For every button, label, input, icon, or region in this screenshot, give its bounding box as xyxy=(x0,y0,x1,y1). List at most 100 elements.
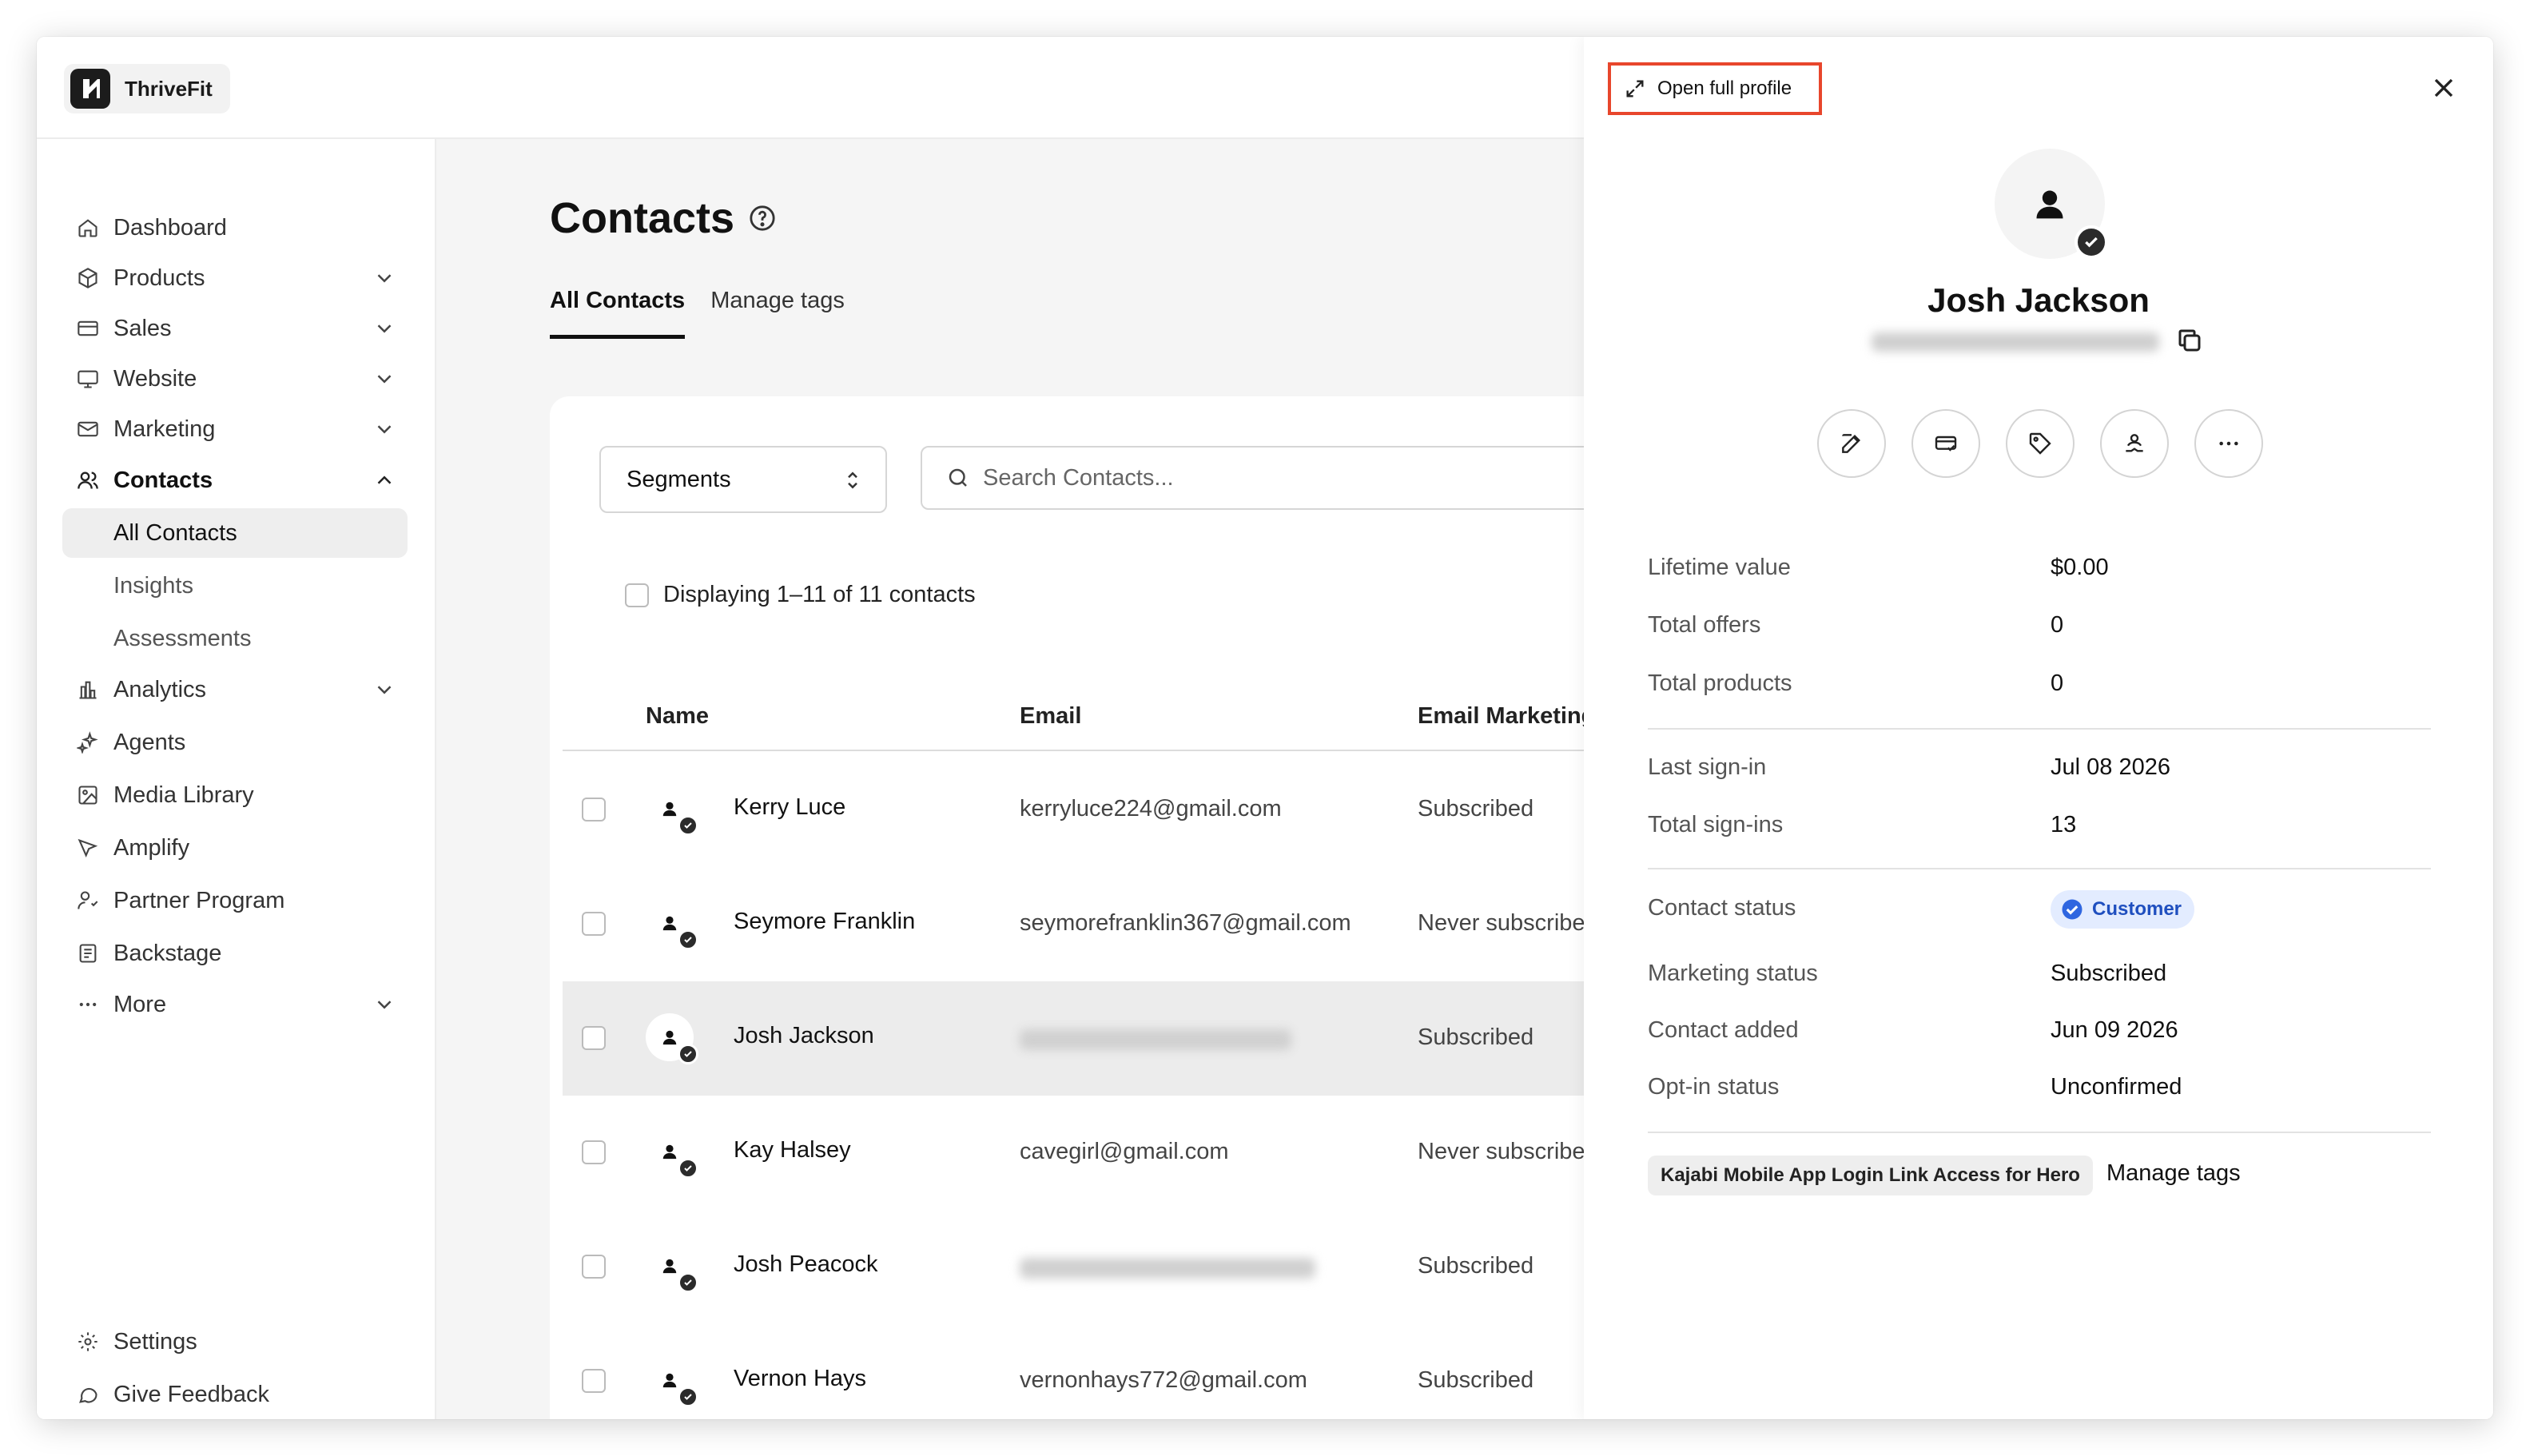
copy-icon[interactable] xyxy=(2175,326,2204,355)
table-row[interactable]: Kay Halsey cavegirl@gmail.com Never subs… xyxy=(563,1096,1681,1210)
row-checkbox[interactable] xyxy=(582,1026,606,1050)
tab-manage-tags[interactable]: Manage tags xyxy=(710,288,845,339)
add-tag-button[interactable] xyxy=(2006,409,2075,478)
contact-name[interactable]: Vernon Hays xyxy=(734,1366,866,1392)
more-actions-button[interactable] xyxy=(2194,409,2263,478)
sidebar-item-label: Marketing xyxy=(113,416,216,442)
sidebar-item-analytics[interactable]: Analytics xyxy=(62,665,408,714)
help-icon[interactable] xyxy=(749,205,776,232)
person-icon xyxy=(662,1144,677,1160)
display-count-text: Displaying 1–11 of 11 contacts xyxy=(663,582,976,607)
contact-email: vernonhays772@gmail.com xyxy=(1020,1367,1307,1393)
users-icon xyxy=(75,467,101,493)
search-input[interactable] xyxy=(983,464,1542,491)
sidebar-item-contacts[interactable]: Contacts xyxy=(62,455,408,505)
sidebar-item-label: Amplify xyxy=(113,834,190,861)
column-header-name[interactable]: Name xyxy=(646,703,709,730)
segments-select[interactable]: Segments xyxy=(599,446,887,513)
contact-marketing-status: Subscribed xyxy=(1418,1367,1534,1393)
sidebar-item-give-feedback[interactable]: Give Feedback xyxy=(62,1370,408,1419)
sidebar-item-label: Partner Program xyxy=(113,887,285,913)
chevron-down-icon xyxy=(377,324,392,333)
contact-marketing-status: Subscribed xyxy=(1418,796,1534,821)
sidebar-item-dashboard[interactable]: Dashboard xyxy=(62,203,408,253)
sidebar-item-website[interactable]: Website xyxy=(62,354,408,404)
person-icon xyxy=(662,802,677,817)
sidebar-item-amplify[interactable]: Amplify xyxy=(62,823,408,873)
mail-icon xyxy=(75,416,101,442)
home-icon xyxy=(75,215,101,241)
affiliate-button[interactable] xyxy=(2100,409,2169,478)
grant-offer-button[interactable] xyxy=(1911,409,1980,478)
verified-icon xyxy=(678,1386,698,1407)
card-icon xyxy=(75,316,101,341)
open-full-profile-button[interactable]: Open full profile xyxy=(1608,62,1822,115)
contact-name[interactable]: Seymore Franklin xyxy=(734,909,915,935)
sidebar-item-marketing[interactable]: Marketing xyxy=(62,404,408,454)
contact-name[interactable]: Kerry Luce xyxy=(734,794,845,821)
megaphone-icon xyxy=(75,835,101,861)
person-icon xyxy=(662,916,677,931)
row-checkbox[interactable] xyxy=(582,798,606,821)
box-icon xyxy=(75,265,101,291)
sidebar-item-label: Give Feedback xyxy=(113,1381,270,1407)
sidebar-item-agents[interactable]: Agents xyxy=(62,718,408,767)
edit-contact-button[interactable] xyxy=(1817,409,1886,478)
stat-label: Marketing status xyxy=(1648,961,1818,986)
sidebar-item-label: Insights xyxy=(113,572,193,599)
row-checkbox[interactable] xyxy=(582,1255,606,1279)
sidebar-item-all-contacts[interactable]: All Contacts xyxy=(62,508,408,558)
sidebar-item-label: All Contacts xyxy=(113,519,237,546)
manage-tags-link[interactable]: Manage tags xyxy=(2106,1160,2241,1187)
tab-all-contacts[interactable]: All Contacts xyxy=(550,288,686,339)
table-row[interactable]: Vernon Hays vernonhays772@gmail.com Subs… xyxy=(563,1324,1681,1419)
sidebar-item-more[interactable]: More xyxy=(62,980,408,1029)
sidebar-item-label: Analytics xyxy=(113,676,207,702)
stat-label: Last sign-in xyxy=(1648,754,1767,780)
divider xyxy=(1648,1132,2431,1133)
sidebar-item-label: Contacts xyxy=(113,467,213,493)
avatar xyxy=(646,1128,698,1179)
stat-value: 0 xyxy=(2051,670,2064,696)
sidebar-item-products[interactable]: Products xyxy=(62,253,408,303)
column-header-email-marketing[interactable]: Email Marketing xyxy=(1418,703,1595,730)
sidebar-item-assessments[interactable]: Assessments xyxy=(62,614,408,663)
stat-value: Jun 09 2026 xyxy=(2051,1017,2178,1043)
table-row[interactable]: Seymore Franklin seymorefranklin367@gmai… xyxy=(563,867,1681,981)
sidebar-item-settings[interactable]: Settings xyxy=(62,1317,408,1366)
avatar xyxy=(646,899,698,950)
contact-marketing-status: Subscribed xyxy=(1418,1253,1534,1279)
column-header-email[interactable]: Email xyxy=(1020,703,1081,730)
sidebar-item-insights[interactable]: Insights xyxy=(62,561,408,611)
select-all-checkbox[interactable] xyxy=(625,583,649,607)
sidebar-item-partner-program[interactable]: Partner Program xyxy=(62,876,408,925)
contact-name[interactable]: Josh Peacock xyxy=(734,1251,878,1278)
contact-marketing-status: Subscribed xyxy=(1418,1024,1534,1050)
avatar xyxy=(646,1013,698,1064)
chat-icon xyxy=(75,1382,101,1407)
sidebar-item-label: Website xyxy=(113,365,197,392)
sidebar-item-sales[interactable]: Sales xyxy=(62,304,408,353)
table-header: Name Email Email Marketing xyxy=(563,692,1681,751)
sidebar-item-media-library[interactable]: Media Library xyxy=(62,770,408,820)
sidebar-item-backstage[interactable]: Backstage xyxy=(62,929,408,978)
brand-switcher[interactable]: ThriveFit xyxy=(64,64,230,113)
row-checkbox[interactable] xyxy=(582,1140,606,1164)
page-title: Contacts xyxy=(550,193,776,243)
row-checkbox[interactable] xyxy=(582,1369,606,1393)
contact-name[interactable]: Josh Jackson xyxy=(734,1023,874,1049)
divider xyxy=(1648,728,2431,730)
close-icon[interactable] xyxy=(2428,72,2460,104)
sparkle-icon xyxy=(75,730,101,755)
contact-marketing-status: Never subscribe xyxy=(1418,1139,1585,1164)
table-row-selected[interactable]: Josh Jackson Subscribed xyxy=(563,981,1681,1096)
contact-tag[interactable]: Kajabi Mobile App Login Link Access for … xyxy=(1648,1156,2093,1195)
row-checkbox[interactable] xyxy=(582,912,606,936)
contact-name[interactable]: Kay Halsey xyxy=(734,1137,851,1164)
table-row[interactable]: Kerry Luce kerryluce224@gmail.com Subscr… xyxy=(563,753,1681,867)
customer-badge-label: Customer xyxy=(2092,898,2182,920)
profile-actions xyxy=(1817,409,2263,478)
contact-email-redacted xyxy=(1020,1258,1315,1279)
table-row[interactable]: Josh Peacock Subscribed xyxy=(563,1210,1681,1324)
verified-icon xyxy=(678,1158,698,1179)
